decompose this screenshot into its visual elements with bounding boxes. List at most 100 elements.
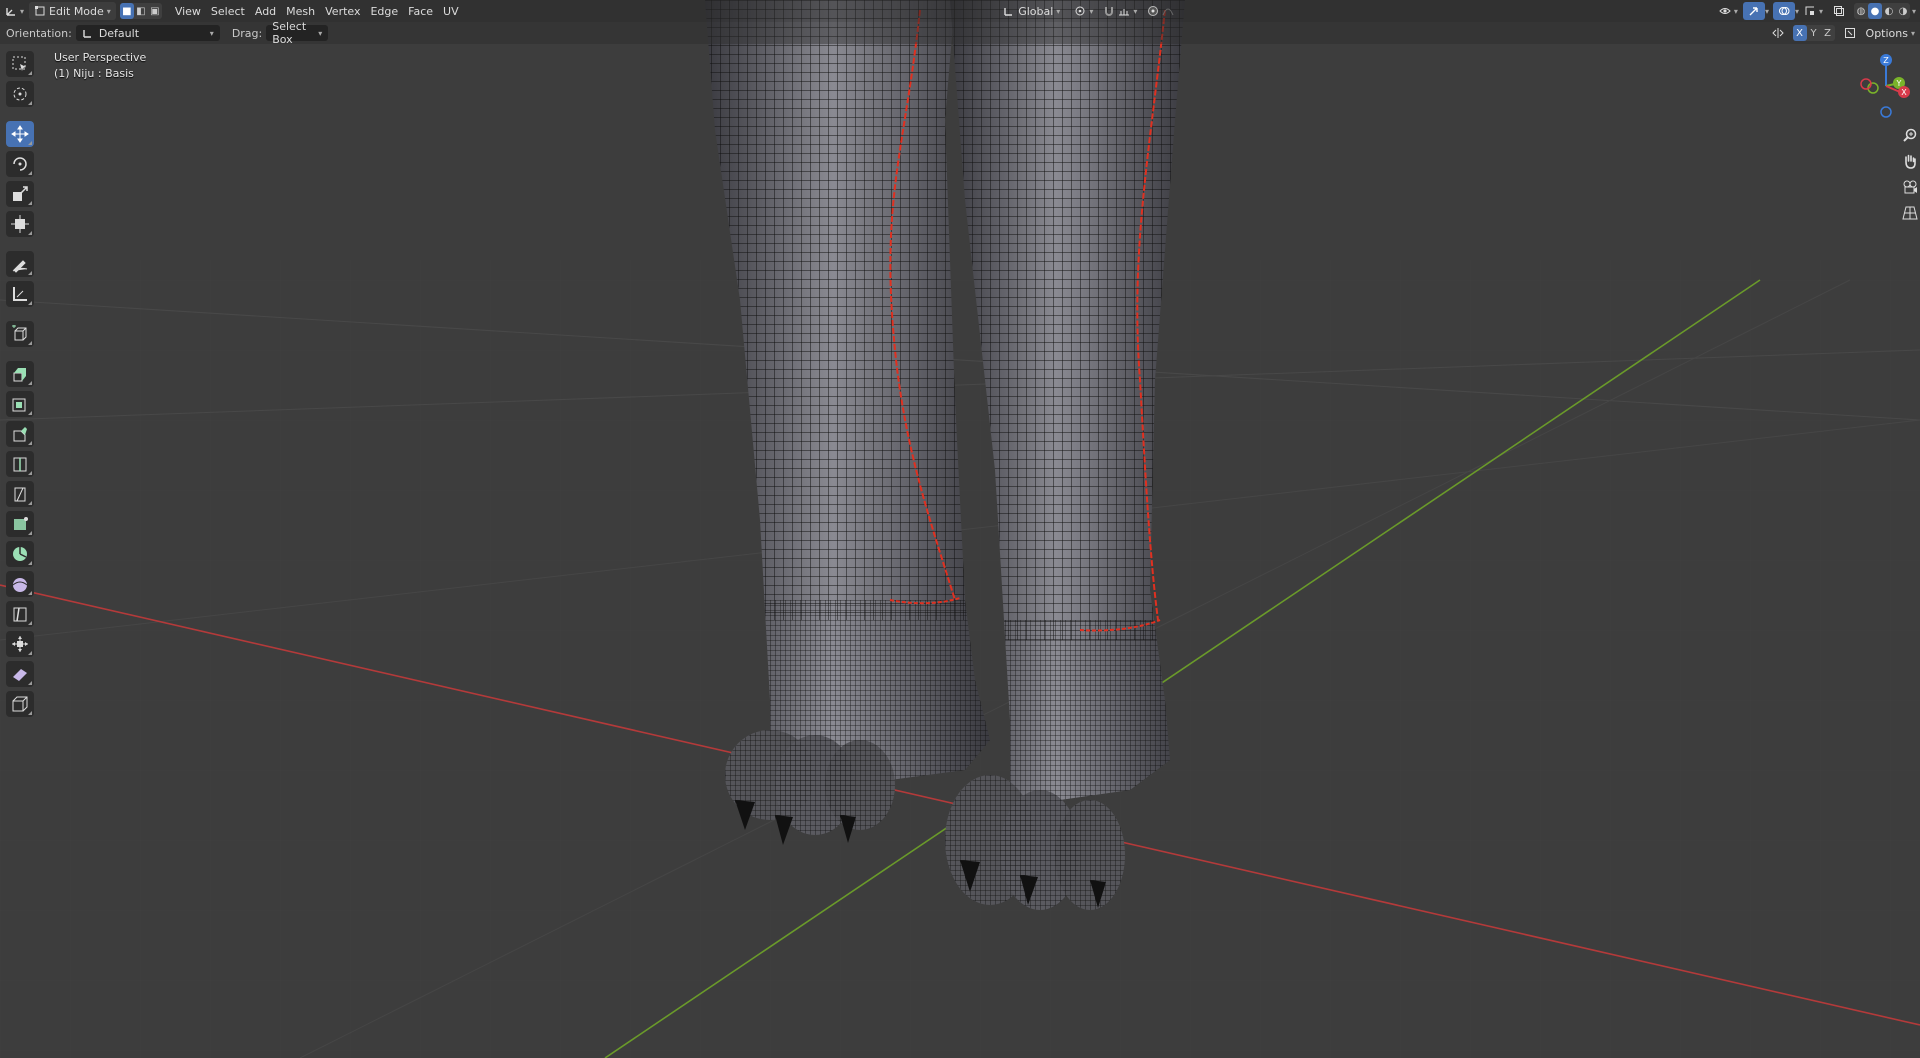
chevron-down-icon: ▾ (106, 6, 111, 16)
spin-tool[interactable] (6, 541, 34, 567)
pivot-icon (1075, 6, 1085, 16)
view-name: User Perspective (54, 51, 147, 64)
snap-button[interactable]: ▾ (1098, 2, 1142, 20)
mode-dropdown[interactable]: Edit Mode ▾ (29, 2, 116, 20)
axes-icon (6, 8, 15, 16)
orientation-icon (1004, 8, 1013, 16)
smooth-tool[interactable] (6, 571, 34, 597)
menu-face[interactable]: Face (403, 2, 438, 20)
zoom-button[interactable] (1898, 124, 1920, 146)
falloff-icon (1162, 8, 1174, 16)
mirror-y-button[interactable]: Y (1807, 25, 1821, 41)
3d-viewport[interactable] (0, 0, 1920, 1058)
transform-orientation-dropdown[interactable]: Global ▾ (998, 2, 1065, 20)
inset-tool[interactable] (6, 391, 34, 417)
ruler-icon (13, 287, 27, 301)
overlays-icon (1778, 7, 1790, 15)
measure-tool[interactable] (6, 281, 34, 307)
move-tool[interactable] (6, 121, 34, 147)
vertex-select-icon[interactable]: ■ (119, 3, 134, 19)
pan-button[interactable] (1898, 150, 1920, 172)
move-icon (11, 125, 29, 143)
knife-tool[interactable] (6, 481, 34, 507)
menu-mesh[interactable]: Mesh (281, 2, 320, 20)
menu-select[interactable]: Select (206, 2, 250, 20)
chevron-down-icon: ▾ (1818, 6, 1823, 16)
camera-view-button[interactable] (1898, 176, 1920, 198)
editor-type-button[interactable]: ▾ (0, 2, 29, 20)
mirror-z-button[interactable]: Z (1821, 25, 1835, 41)
add-cube-tool[interactable] (6, 321, 34, 347)
auto-merge-icon (1844, 28, 1855, 38)
chevron-down-icon[interactable]: ▾ (1912, 7, 1920, 16)
gizmo-toggle-button[interactable] (1742, 2, 1765, 20)
orientation-value: Default (98, 26, 140, 40)
annotate-tool[interactable] (6, 251, 34, 277)
mirror-x-button[interactable]: X (1792, 25, 1807, 41)
solid-shading-icon[interactable]: ● (1867, 3, 1882, 19)
drag-dropdown[interactable]: Select Box ▾ (266, 20, 329, 46)
scale-tool[interactable] (6, 181, 34, 207)
rotate-tool[interactable] (6, 151, 34, 177)
chevron-down-icon: ▾ (1910, 28, 1915, 38)
hand-icon (1905, 154, 1916, 169)
orientation-dropdown[interactable]: Default ▾ (75, 25, 220, 41)
gizmo-icon (1749, 7, 1758, 16)
mirror-toggle[interactable] (1767, 24, 1789, 42)
rip-region-icon (12, 696, 28, 712)
inset-icon (12, 398, 26, 412)
chevron-down-icon[interactable]: ▾ (1765, 7, 1769, 16)
wireframe-shading-icon[interactable]: ◍ (1854, 3, 1868, 19)
gizmo-z-label: Z (1883, 56, 1889, 65)
options-dropdown[interactable]: Options ▾ (1861, 24, 1920, 42)
cursor-tool[interactable] (6, 81, 34, 107)
select-box-tool[interactable] (6, 51, 34, 77)
bevel-tool[interactable] (6, 421, 34, 447)
face-select-icon[interactable]: ▣ (148, 3, 162, 19)
navigation-gizmo[interactable]: Z Y X (1852, 52, 1920, 122)
zoom-icon (1903, 128, 1917, 142)
mesh-edit-overlays-button[interactable]: ▾ (1799, 2, 1828, 20)
rip-region-tool[interactable] (6, 691, 34, 717)
mirror-icon (1771, 28, 1784, 38)
knife-icon (14, 487, 26, 502)
pivot-point-button[interactable]: ▾ (1069, 2, 1098, 20)
poly-build-icon (14, 517, 28, 530)
shear-tool[interactable] (6, 661, 34, 687)
orientation-label: Orientation: (6, 26, 72, 40)
perspective-toggle-button[interactable] (1898, 202, 1920, 224)
gizmo-neg-z[interactable] (1880, 106, 1892, 118)
material-shading-icon[interactable]: ◐ (1882, 3, 1896, 19)
edge-slide-tool[interactable] (6, 601, 34, 627)
menu-uv[interactable]: UV (438, 2, 464, 20)
object-info: (1) Niju : Basis (54, 67, 134, 80)
transform-icon (11, 215, 29, 233)
loop-cut-tool[interactable] (6, 451, 34, 477)
visibility-button[interactable]: ▾ (1714, 2, 1743, 20)
shrink-fatten-tool[interactable] (6, 631, 34, 657)
gizmo-x-label: X (1901, 88, 1907, 97)
viewport-header: ▾ Edit Mode ▾ ■ ◧ ▣ View Select Add Mesh… (0, 0, 1920, 22)
viewport-canvas (0, 0, 1920, 1058)
xray-toggle-button[interactable] (1828, 2, 1850, 20)
overlays-toggle-button[interactable] (1772, 2, 1795, 20)
auto-merge-toggle[interactable] (1839, 24, 1861, 42)
scale-icon (13, 186, 28, 201)
chevron-down-icon: ▾ (1056, 6, 1061, 16)
poly-build-tool[interactable] (6, 511, 34, 537)
extrude-tool[interactable] (6, 361, 34, 387)
menu-edge[interactable]: Edge (365, 2, 403, 20)
rendered-shading-icon[interactable]: ◑ (1896, 3, 1910, 19)
cursor-icon (13, 87, 27, 101)
transform-tool[interactable] (6, 211, 34, 237)
menu-view[interactable]: View (170, 2, 206, 20)
snap-increment-icon (1119, 9, 1130, 16)
camera-icon (1903, 180, 1917, 194)
loop-cut-icon (13, 457, 27, 472)
menu-vertex[interactable]: Vertex (320, 2, 365, 20)
proportional-edit-button[interactable] (1142, 2, 1179, 20)
menu-add[interactable]: Add (250, 2, 281, 20)
edge-select-icon[interactable]: ◧ (134, 3, 148, 19)
chevron-down-icon: ▾ (1133, 6, 1138, 16)
bevel-icon (13, 427, 27, 442)
